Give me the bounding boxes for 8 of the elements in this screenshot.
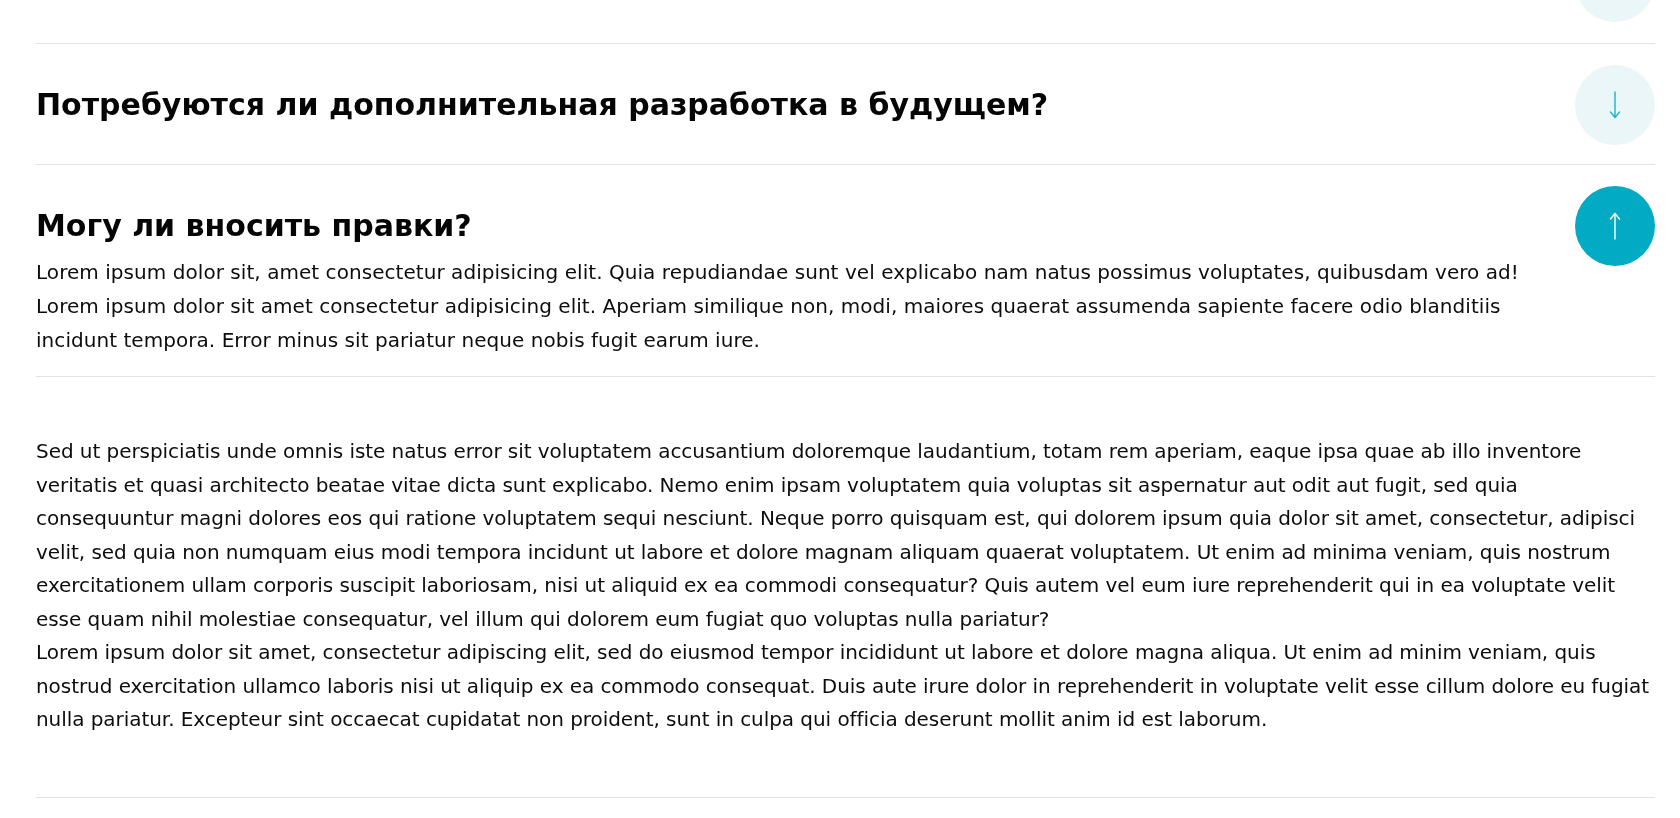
arrow-down-icon	[1609, 91, 1621, 119]
faq-answer: Lorem ipsum dolor sit amet consectetur adipisicing elit. Aperiam similique non, modi, maiores quaerat assumenda sapiente facere odio blanditiis incidunt tempora. Error minus sit pariatur neque nobis fugit earum iure.	[36, 293, 1502, 354]
description-paragraph: Lorem ipsum dolor sit amet, consectetur adipiscing elit, sed do eiusmod tempor incididunt ut labore et dolore magna aliqua. Ut enim ad minim veniam, quis nostrud exercitation ullamco laboris nisi ut aliquip ex ea commodo consequat. Duis aute irure dolor in reprehenderit in voluptate velit esse cillum dolore eu fugiat nulla pariatur. Excepteur sint occaecat cupidatat non proident, sunt in culpa qui officia deserunt mollit anim id est laborum.	[36, 639, 1651, 733]
faq-question[interactable]: Могу ли вносить правки?	[36, 186, 1565, 255]
faq-question[interactable]: Потребуются ли дополнительная разработка в будущем?	[36, 65, 1565, 145]
arrow-up-icon	[1609, 212, 1621, 240]
description-paragraph: Sed ut perspiciatis unde omnis iste natus error sit voluptatem accusantium doloremque laudantium, totam rem aperiam, eaque ipsa quae ab illo inventore veritatis et quasi architecto beatae vitae dicta sunt explicabo. Nemo enim ipsam voluptatem quia voluptas sit aspernatur aut odit aut fugit, sed quia consequuntur magni dolores eos qui ratione voluptatem sequi nesciunt. Neque porro quisquam est, qui dolorem ipsum quia dolor sit amet, consectetur, adipisci velit, sed quia non numquam eius modi tempora incidunt ut labore et dolore magnam aliquam quaerat voluptatem. Ut enim ad minima veniam, quis nostrum exercitationem ullam corporis suscipit laboriosam, nisi ut aliquid ex ea commodi consequatur? Quis autem vel eum iure reprehenderit qui in ea voluptate velit esse quam nihil molestiae consequatur, vel illum qui dolorem eum fugiat quo voluptas nulla pariatur?	[36, 438, 1636, 633]
faq-answer: Lorem ipsum dolor sit, amet consectetur adipisicing elit. Quia repudiandae sunt vel explicabo nam natus possimus voluptates, quibusdam vero ad!	[36, 259, 1520, 286]
